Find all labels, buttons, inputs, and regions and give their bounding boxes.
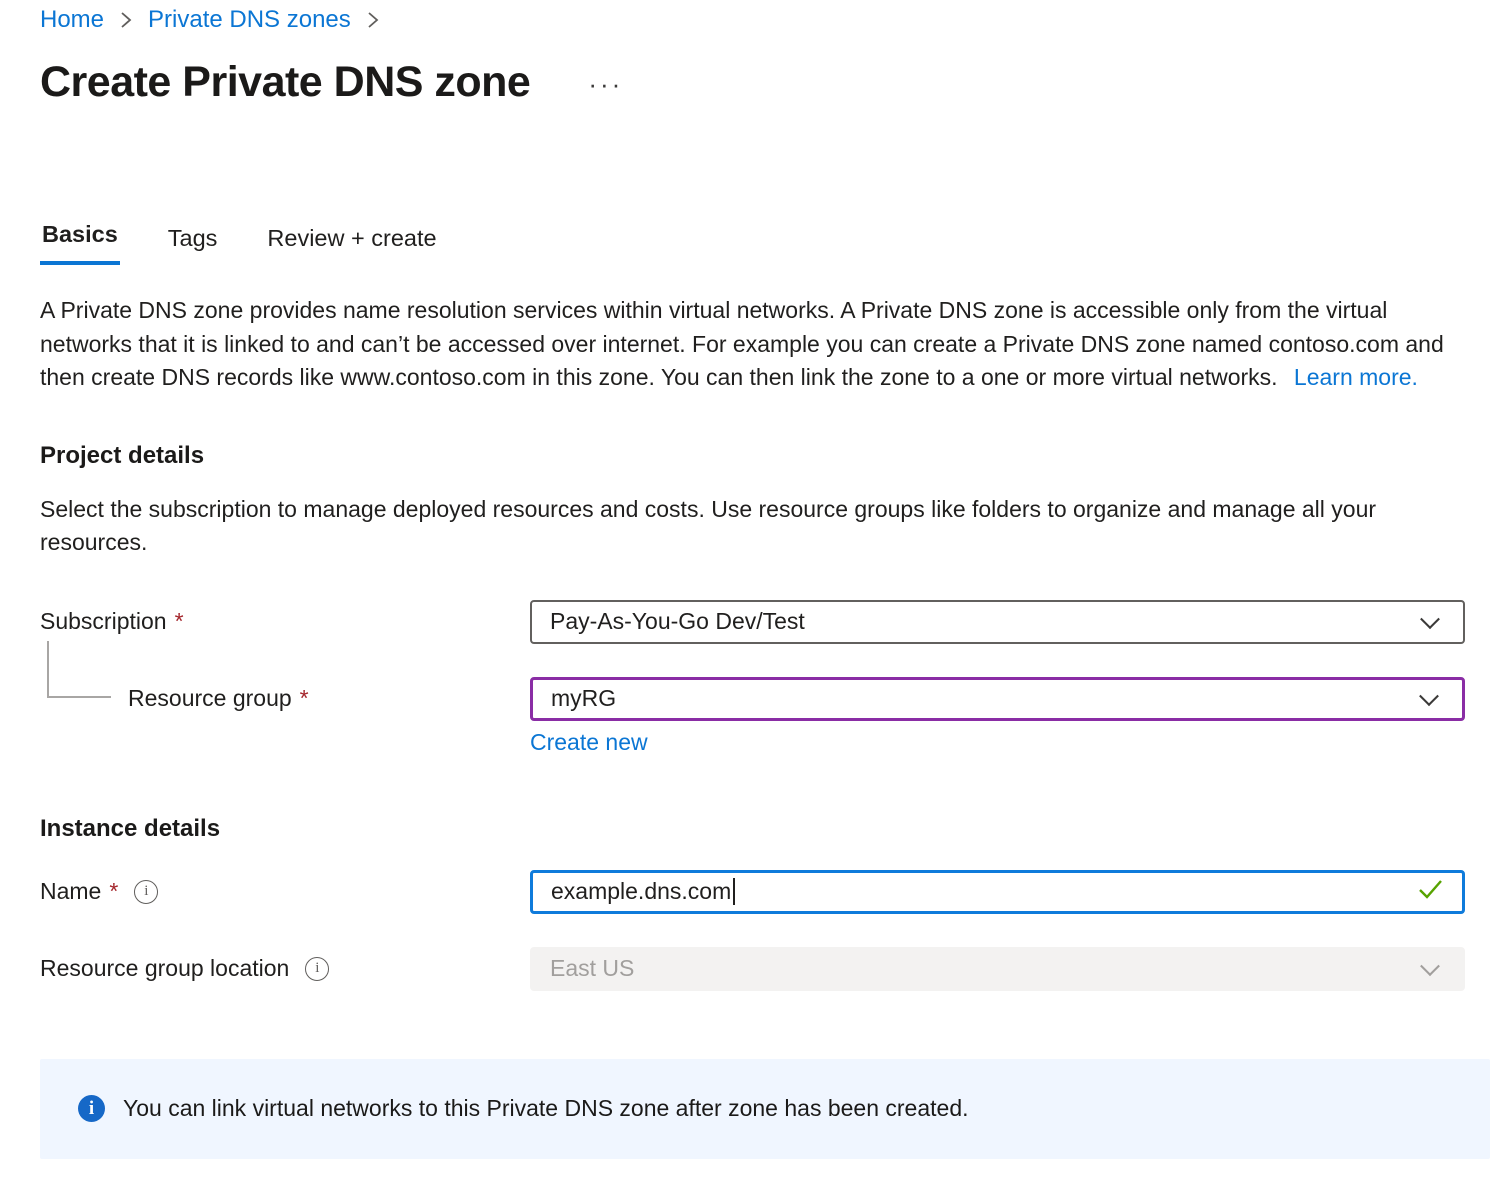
resource-group-row: Resource group * myRG	[40, 677, 1504, 721]
location-label: Resource group location i	[40, 955, 530, 982]
intro-paragraph: A Private DNS zone provides name resolut…	[40, 294, 1468, 395]
name-input-value: example.dns.com	[533, 878, 731, 905]
breadcrumb-home-link[interactable]: Home	[40, 6, 104, 34]
resource-group-dropdown[interactable]: myRG	[530, 677, 1465, 721]
hierarchy-connector-line	[47, 641, 111, 698]
required-asterisk: *	[175, 608, 184, 635]
intro-text: A Private DNS zone provides name resolut…	[40, 297, 1444, 390]
info-banner: i You can link virtual networks to this …	[40, 1059, 1490, 1159]
breadcrumb: Home Private DNS zones	[40, 5, 1504, 35]
tab-bar: Basics Tags Review + create	[40, 221, 1504, 265]
instance-details-heading: Instance details	[40, 815, 1504, 843]
text-cursor	[733, 878, 735, 905]
info-banner-text: You can link virtual networks to this Pr…	[123, 1095, 969, 1122]
subscription-value: Pay-As-You-Go Dev/Test	[532, 608, 805, 635]
location-label-text: Resource group location	[40, 955, 289, 982]
location-value: East US	[532, 955, 634, 982]
name-label: Name * i	[40, 878, 530, 905]
name-row: Name * i example.dns.com	[40, 870, 1504, 914]
project-details-heading: Project details	[40, 442, 1504, 470]
tab-review-create[interactable]: Review + create	[265, 225, 438, 265]
chevron-right-icon	[118, 8, 134, 32]
subscription-label: Subscription *	[40, 608, 530, 635]
location-row: Resource group location i East US	[40, 947, 1504, 991]
chevron-down-icon[interactable]	[1419, 686, 1439, 706]
breadcrumb-private-dns-zones-link[interactable]: Private DNS zones	[148, 6, 351, 34]
create-new-link[interactable]: Create new	[530, 729, 648, 756]
valid-check-icon	[1414, 875, 1446, 909]
subscription-dropdown[interactable]: Pay-As-You-Go Dev/Test	[530, 600, 1465, 644]
resource-group-label: Resource group *	[40, 685, 530, 712]
resource-group-label-text: Resource group	[128, 685, 292, 712]
tab-basics[interactable]: Basics	[40, 221, 120, 265]
chevron-right-icon	[365, 8, 381, 32]
chevron-down-icon[interactable]	[1420, 609, 1440, 629]
chevron-down-icon	[1420, 956, 1440, 976]
name-input[interactable]: example.dns.com	[530, 870, 1465, 914]
instance-details-form: Name * i example.dns.com Resource group …	[40, 870, 1504, 991]
tab-tags[interactable]: Tags	[166, 225, 220, 265]
subscription-row: Subscription * Pay-As-You-Go Dev/Test	[40, 600, 1504, 644]
project-details-form: Subscription * Pay-As-You-Go Dev/Test Re…	[40, 600, 1504, 756]
info-icon[interactable]: i	[305, 957, 329, 981]
page-title: Create Private DNS zone	[40, 58, 530, 107]
project-details-description: Select the subscription to manage deploy…	[40, 493, 1468, 560]
subscription-label-text: Subscription	[40, 608, 167, 635]
required-asterisk: *	[300, 685, 309, 712]
resource-group-value: myRG	[533, 685, 616, 712]
create-new-row: Create new	[530, 729, 1504, 756]
required-asterisk: *	[109, 878, 118, 905]
more-options-button[interactable]: ···	[588, 75, 623, 89]
location-dropdown-disabled: East US	[530, 947, 1465, 991]
info-icon[interactable]: i	[134, 880, 158, 904]
info-circle-icon: i	[78, 1095, 105, 1122]
create-private-dns-zone-page: Home Private DNS zones Create Private DN…	[0, 0, 1504, 1159]
title-row: Create Private DNS zone ···	[40, 55, 1504, 109]
name-label-text: Name	[40, 878, 101, 905]
learn-more-link[interactable]: Learn more.	[1294, 364, 1418, 390]
